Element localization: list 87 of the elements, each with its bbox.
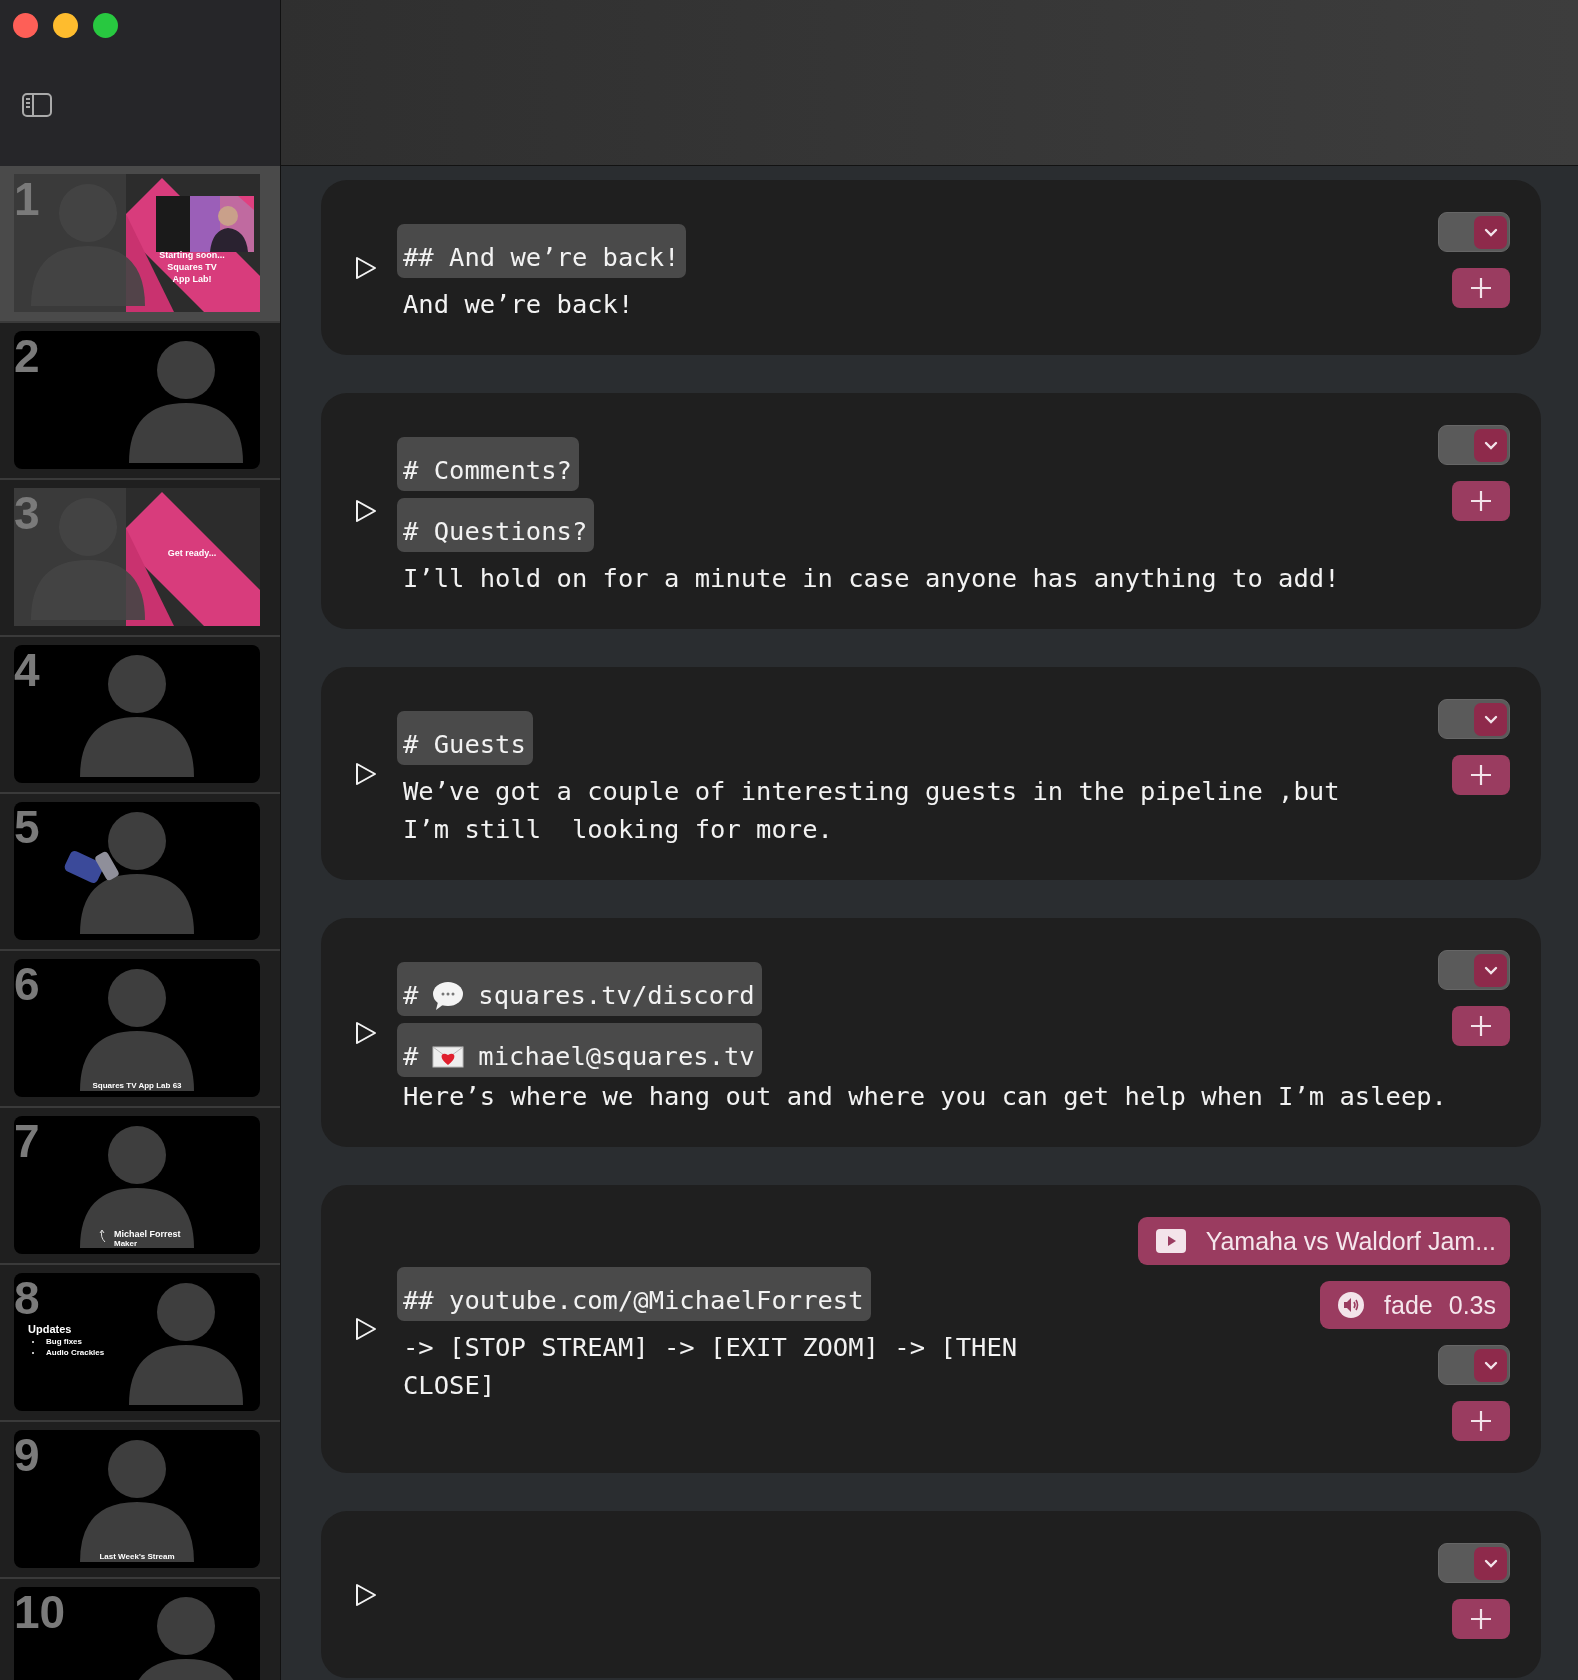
close-button[interactable]	[13, 13, 38, 38]
add-button[interactable]	[1452, 1401, 1510, 1441]
heading-text: michael@squares.tv	[478, 1040, 755, 1073]
body-text: I’m still looking for more.	[402, 813, 833, 846]
chevron-down-icon	[1483, 227, 1498, 237]
play-icon[interactable]	[355, 1582, 377, 1607]
dropdown-toggle[interactable]	[1438, 212, 1510, 252]
speech-bubble-icon	[432, 980, 465, 1011]
heading-mark: #	[403, 979, 419, 1012]
slide-number: 7	[14, 1118, 40, 1164]
curved-arrow-icon	[99, 1229, 108, 1243]
slide-caption: Last Week’s Stream	[99, 1552, 175, 1561]
person-silhouette-icon	[80, 1440, 194, 1562]
person-silhouette-icon	[80, 812, 194, 934]
add-button[interactable]	[1452, 755, 1510, 795]
zoom-button[interactable]	[93, 13, 118, 38]
dropdown-toggle[interactable]	[1438, 950, 1510, 990]
add-button[interactable]	[1452, 1006, 1510, 1046]
chevron-down-icon	[1483, 1360, 1498, 1370]
slide-title: Updates	[28, 1323, 73, 1335]
heading-chip: # Comments?	[397, 437, 579, 491]
slide-title: Squares TV	[167, 262, 217, 272]
plus-icon	[1470, 490, 1492, 512]
add-button[interactable]	[1452, 1599, 1510, 1639]
audio-button[interactable]: fade 0.3s	[1320, 1281, 1510, 1329]
chevron-down-icon	[1483, 965, 1498, 975]
slide-item[interactable]: Starting soon... Squares TV App Lab! 1	[0, 166, 280, 323]
slide-number: 6	[14, 961, 40, 1007]
slide-caption: Squares TV App Lab 63	[92, 1081, 182, 1090]
sidebar-toggle-icon[interactable]	[22, 93, 52, 117]
person-silhouette-icon	[80, 655, 194, 777]
dropdown-toggle[interactable]	[1438, 699, 1510, 739]
plus-icon	[1470, 1015, 1492, 1037]
chevron-down-icon	[1483, 1558, 1498, 1568]
video-button[interactable]: Yamaha vs Waldorf Jam...	[1137, 1217, 1510, 1265]
slide-number: 9	[14, 1432, 40, 1478]
audio-duration: 0.3s	[1448, 1290, 1496, 1320]
plus-icon	[1470, 277, 1492, 299]
play-icon[interactable]	[355, 255, 377, 280]
plus-icon	[1470, 1410, 1492, 1432]
heading-mark: #	[403, 1040, 419, 1073]
dropdown-toggle[interactable]	[1438, 1543, 1510, 1583]
body-text: And we’re back!	[402, 288, 634, 321]
slide-number: 5	[14, 804, 40, 850]
body-text: We’ve got a couple of interesting guests in the pipeline ,but	[402, 775, 1340, 808]
play-icon[interactable]	[355, 1020, 377, 1045]
presenter-name: Michael Forrest	[114, 1229, 181, 1239]
slide-number: 8	[14, 1275, 40, 1321]
presenter-role: Maker	[114, 1239, 139, 1248]
slide-number: 3	[14, 490, 40, 536]
heading-text: squares.tv/discord	[478, 979, 755, 1012]
dropdown-toggle[interactable]	[1438, 1345, 1510, 1385]
audio-label: fade	[1384, 1290, 1433, 1320]
plus-icon	[1470, 764, 1492, 786]
dropdown-toggle[interactable]	[1438, 425, 1510, 465]
heading-chip: ## And we’re back!	[397, 224, 687, 278]
person-silhouette-icon	[80, 1126, 194, 1248]
chevron-down-icon	[1483, 440, 1498, 450]
body-text: Here’s where we hang out and where you can get help when I’m asleep.	[402, 1080, 1447, 1113]
slide-number: 4	[14, 647, 40, 693]
minimize-button[interactable]	[53, 13, 78, 38]
person-silhouette-icon	[80, 969, 194, 1091]
body-text: -> [STOP STREAM] -> [EXIT ZOOM] -> [THEN	[402, 1330, 1018, 1364]
play-icon[interactable]	[355, 761, 377, 786]
play-icon[interactable]	[355, 499, 377, 523]
slide-title: Starting soon...	[159, 250, 225, 260]
person-silhouette-icon	[129, 1283, 244, 1405]
play-icon[interactable]	[355, 1317, 377, 1341]
body-text: I’ll hold on for a minute in case anyone has anything to add!	[402, 562, 1340, 595]
slide-number: 10	[14, 1589, 66, 1635]
slide-title: Get ready...	[167, 548, 217, 558]
slide-title: App Lab!	[172, 274, 212, 284]
speaker-icon	[1338, 1292, 1365, 1318]
chevron-down-icon	[1483, 714, 1498, 724]
play-icon	[1155, 1229, 1186, 1253]
heading-chip: # Questions?	[397, 498, 595, 552]
slide-number: 2	[14, 333, 40, 379]
heading-chip: # Guests	[397, 711, 533, 765]
slide-number: 1	[14, 176, 40, 222]
plus-icon	[1470, 1608, 1492, 1630]
add-button[interactable]	[1452, 268, 1510, 308]
heading-chip: ## youtube.com/@MichaelForrest	[397, 1266, 871, 1321]
person-silhouette-icon	[129, 341, 244, 463]
add-button[interactable]	[1452, 481, 1510, 521]
body-text: CLOSE]	[402, 1368, 496, 1402]
bullet-text: Bug fixes	[46, 1337, 82, 1346]
bullet-text: Audio Crackles	[46, 1348, 105, 1357]
